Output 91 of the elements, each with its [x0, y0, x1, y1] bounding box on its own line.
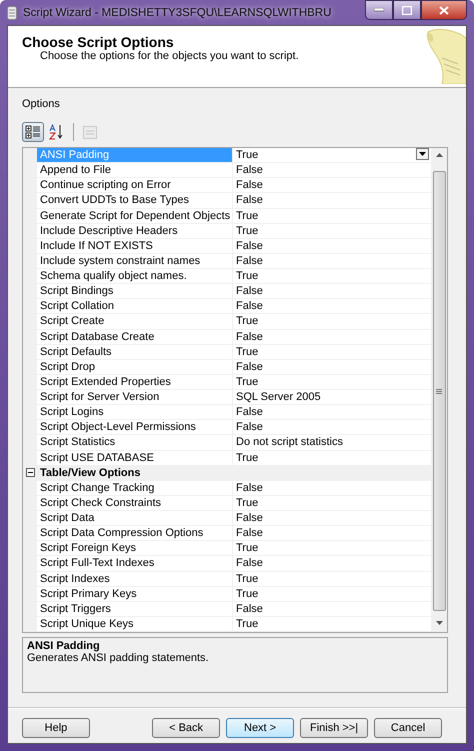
property-name[interactable]: Generate Script for Dependent Objects [37, 208, 233, 223]
scrollbar[interactable] [431, 148, 447, 632]
property-name[interactable]: Script for Server Version [37, 390, 233, 404]
property-value: True [236, 224, 258, 238]
description-text: Generates ANSI padding statements. [27, 652, 210, 664]
property-value: False [236, 193, 263, 208]
maximize-icon [402, 6, 412, 14]
wizard-button[interactable]: < Back [152, 718, 220, 738]
property-value: False [236, 330, 263, 344]
property-value: False [236, 284, 263, 298]
property-name[interactable]: Script Indexes [37, 572, 233, 586]
property-name[interactable]: Include system constraint names [37, 254, 233, 268]
property-name[interactable]: Script Data [37, 511, 233, 526]
property-pages-icon [83, 126, 97, 138]
maximize-button[interactable] [393, 0, 421, 20]
property-value: True [236, 374, 258, 389]
property-name[interactable]: Script Data Compression Options [37, 526, 233, 540]
property-value: False [236, 526, 263, 540]
property-name[interactable]: Append to File [37, 163, 233, 178]
property-name[interactable]: Script Unique Keys [37, 616, 233, 631]
property-value: False [236, 405, 263, 420]
property-name[interactable]: Script Drop [37, 360, 233, 374]
property-name[interactable]: Script USE DATABASE [37, 450, 233, 465]
property-name[interactable]: Script Foreign Keys [37, 541, 233, 556]
property-name[interactable]: Script Statistics [37, 435, 233, 450]
window-title: Script Wizard - MEDISHETTY3SFQU\LEARNSQLWITHBRU [23, 6, 332, 18]
property-value: True [236, 541, 258, 556]
property-name[interactable]: Script Defaults [37, 344, 233, 359]
property-value: True [236, 586, 258, 601]
close-icon [439, 6, 449, 14]
categorized-icon [25, 125, 41, 139]
minimize-icon [374, 8, 384, 12]
property-value: False [236, 420, 263, 434]
property-name[interactable]: Convert UDDTs to Base Types [37, 193, 233, 208]
property-name[interactable]: Script Bindings [37, 284, 233, 298]
property-name[interactable]: Script Object-Level Permissions [37, 420, 233, 434]
property-value: True [236, 314, 258, 328]
caret-icon [419, 152, 426, 156]
property-value: False [236, 480, 263, 495]
property-value: Do not script statistics [236, 435, 343, 450]
sort-az-icon [49, 124, 65, 140]
property-name[interactable]: Script Collation [37, 299, 233, 314]
property-name[interactable]: Include If NOT EXISTS [37, 238, 233, 253]
property-value: SQL Server 2005 [236, 390, 321, 404]
categorized-button[interactable] [22, 122, 44, 142]
page-title: Choose Script Options [22, 34, 175, 50]
property-value: True [236, 344, 258, 359]
category-title: Table/View Options [39, 466, 140, 479]
property-value: False [236, 178, 263, 192]
property-name[interactable]: Script Extended Properties [37, 374, 233, 389]
page-subtitle: Choose the options for the objects you want to script. [39, 50, 299, 62]
property-value: True [236, 208, 258, 223]
wizard-button[interactable]: Cancel [374, 718, 442, 738]
property-value: False [236, 299, 263, 314]
property-value: True [236, 148, 258, 162]
property-value: False [236, 511, 263, 526]
property-name[interactable]: Script Full-Text Indexes [37, 556, 233, 570]
property-value: True [236, 496, 258, 510]
description-title: ANSI Padding [27, 640, 101, 652]
property-name[interactable]: Script Primary Keys [37, 586, 233, 601]
property-value: True [236, 572, 258, 586]
scroll-thumb[interactable] [432, 171, 446, 611]
property-name[interactable]: Script Logins [37, 405, 233, 420]
property-value: True [236, 616, 258, 631]
property-value: False [236, 556, 263, 570]
close-button[interactable] [421, 0, 467, 20]
property-value: False [236, 254, 263, 268]
property-name[interactable]: Script Create [37, 314, 233, 328]
help-button[interactable]: Help [22, 718, 90, 738]
property-name[interactable]: Continue scripting on Error [37, 178, 233, 192]
wizard-button[interactable]: Next > [226, 718, 294, 738]
property-name[interactable]: Schema qualify object names. [37, 269, 233, 284]
property-name[interactable]: Script Change Tracking [37, 480, 233, 495]
property-value: False [236, 602, 263, 616]
property-name[interactable]: Script Triggers [37, 602, 233, 616]
property-name[interactable]: Script Database Create [37, 330, 233, 344]
scroll-up-icon[interactable] [436, 153, 442, 157]
options-label: Options [22, 98, 61, 112]
property-value: False [236, 360, 263, 374]
minimize-button[interactable] [365, 0, 393, 20]
app-icon [7, 6, 17, 20]
property-value: False [236, 238, 263, 253]
property-value: True [236, 450, 258, 465]
dropdown-button[interactable] [416, 148, 429, 160]
property-value: True [236, 269, 258, 284]
scroll-down-icon[interactable] [436, 621, 442, 625]
property-name[interactable]: Include Descriptive Headers [37, 224, 233, 238]
wizard-button[interactable]: Finish >>| [300, 718, 368, 738]
property-value: False [236, 163, 263, 178]
collapse-icon[interactable] [26, 468, 34, 478]
property-name[interactable]: Script Check Constraints [37, 496, 233, 510]
